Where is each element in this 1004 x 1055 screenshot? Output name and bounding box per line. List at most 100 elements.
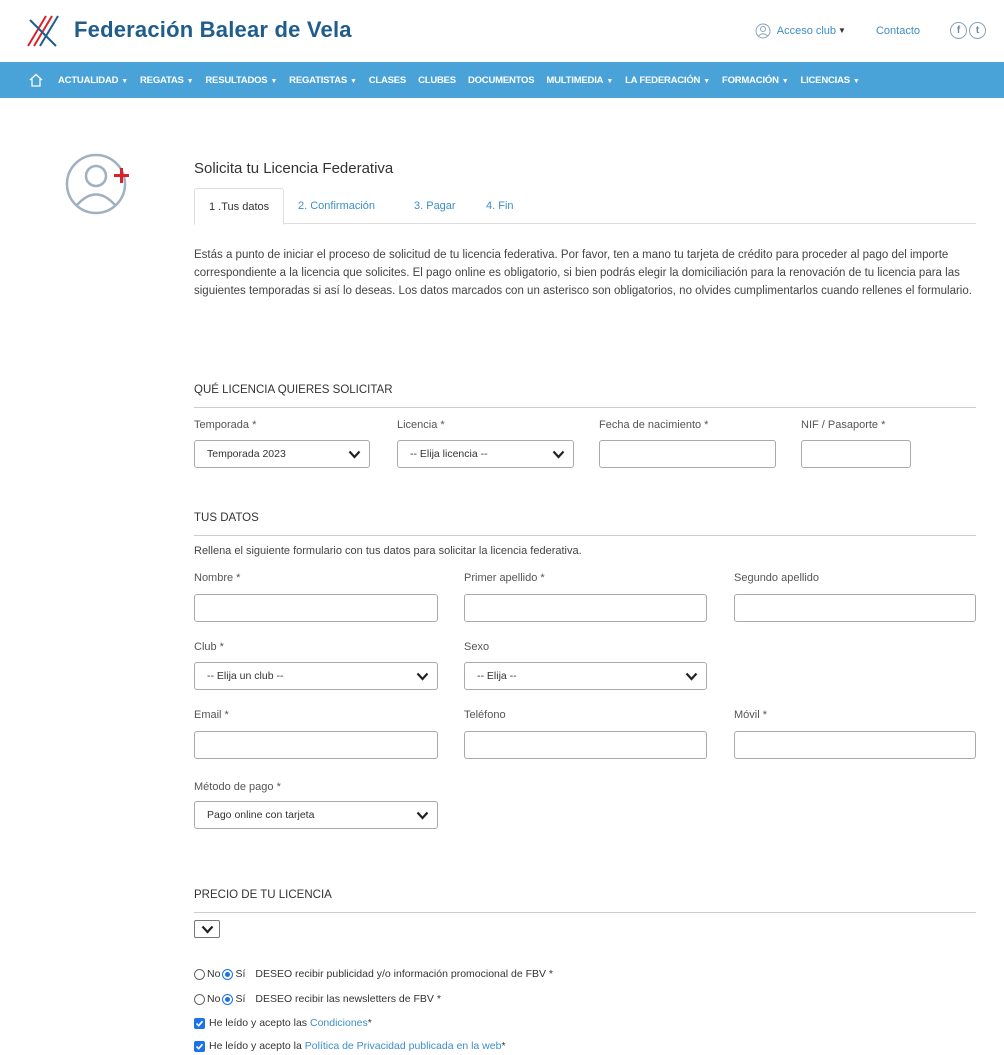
caret-down-icon: ▼ xyxy=(852,77,860,85)
home-icon[interactable] xyxy=(28,72,44,88)
nav-clases[interactable]: CLASES xyxy=(369,75,407,86)
caret-down-icon: ▼ xyxy=(703,77,710,85)
section-divider xyxy=(194,912,976,913)
newsletter-text: DESEO recibir las newsletters de FBV * xyxy=(255,993,441,1005)
nav-formacion[interactable]: FORMACIÓN ▼ xyxy=(722,75,789,86)
checkmark-icon xyxy=(195,1020,204,1027)
segundo-apellido-input[interactable] xyxy=(734,594,976,622)
twitter-icon[interactable]: t xyxy=(969,22,986,39)
top-links: Acceso club ▼ Contacto f t xyxy=(755,22,986,39)
fecha-nacimiento-input[interactable] xyxy=(599,440,776,468)
chevron-down-icon xyxy=(552,450,565,459)
nav-regatas[interactable]: REGATAS ▼ xyxy=(140,75,194,86)
site-header: Federación Balear de Vela Acceso club ▼ … xyxy=(0,0,1004,62)
intro-text: Estás a punto de iniciar el proceso de s… xyxy=(194,249,972,297)
nav-resultados[interactable]: RESULTADOS ▼ xyxy=(205,75,277,86)
privacidad-checkbox[interactable] xyxy=(194,1040,205,1052)
nav-licencias[interactable]: LICENCIAS ▼ xyxy=(800,75,859,86)
publicidad-text: DESEO recibir publicidad y/o información… xyxy=(255,968,553,980)
section-title-licencia: QUÉ LICENCIA QUIERES SOLICITAR xyxy=(194,384,393,396)
movil-label: Móvil * xyxy=(734,709,768,721)
chevron-down-icon xyxy=(416,811,429,820)
user-circle-icon xyxy=(755,23,771,38)
primer-apellido-input[interactable] xyxy=(464,594,707,622)
email-label: Email * xyxy=(194,709,229,721)
nav-multimedia[interactable]: MULTIMEDIA ▼ xyxy=(546,75,613,86)
movil-input[interactable] xyxy=(734,731,976,759)
tab-tus-datos[interactable]: 1 .Tus datos xyxy=(194,188,285,225)
si-label: Sí xyxy=(235,968,246,980)
caret-down-icon: ▼ xyxy=(270,77,278,85)
contacto-link[interactable]: Contacto xyxy=(876,25,920,37)
section-divider xyxy=(194,407,976,408)
telefono-input[interactable] xyxy=(464,731,707,759)
condiciones-prefix: He leído y acepto las xyxy=(209,1017,308,1029)
condiciones-checkbox[interactable] xyxy=(194,1017,205,1029)
newsletter-si-radio[interactable] xyxy=(222,993,234,1005)
temporada-value: Temporada 2023 xyxy=(207,448,286,460)
caret-down-icon: ▼ xyxy=(606,77,614,85)
tab-pagar[interactable]: 3. Pagar xyxy=(414,188,456,224)
licencia-value: -- Elija licencia -- xyxy=(410,448,488,460)
checkmark-icon xyxy=(195,1043,204,1050)
nombre-input[interactable] xyxy=(194,594,438,622)
precio-select[interactable] xyxy=(194,920,220,938)
no-label: No xyxy=(207,993,221,1005)
acceso-club-link[interactable]: Acceso club ▼ xyxy=(755,23,846,39)
required-mark: * xyxy=(367,1017,372,1029)
chevron-down-icon xyxy=(685,672,698,681)
nav-la-federacion[interactable]: LA FEDERACIÓN ▼ xyxy=(625,75,710,86)
si-label: Sí xyxy=(235,993,246,1005)
newsletter-no-radio[interactable] xyxy=(194,993,205,1005)
publicidad-option-row: No Sí DESEO recibir publicidad y/o infor… xyxy=(194,968,553,980)
metodo-pago-value: Pago online con tarjeta xyxy=(207,809,315,821)
chevron-down-icon xyxy=(201,925,214,934)
temporada-select[interactable]: Temporada 2023 xyxy=(194,440,370,468)
page-title: Solicita tu Licencia Federativa xyxy=(194,160,394,177)
caret-down-icon: ▼ xyxy=(121,77,129,85)
nif-input[interactable] xyxy=(801,440,911,468)
site-title[interactable]: Federación Balear de Vela xyxy=(74,17,352,43)
nav-regatistas[interactable]: REGATISTAS ▼ xyxy=(289,75,357,86)
licencia-select[interactable]: -- Elija licencia -- xyxy=(397,440,574,468)
nav-documentos[interactable]: DOCUMENTOS xyxy=(468,75,535,86)
federation-logo[interactable] xyxy=(26,14,62,48)
no-label: No xyxy=(207,968,221,980)
privacidad-link[interactable]: Política de Privacidad publicada en la w… xyxy=(305,1040,502,1052)
nombre-label: Nombre * xyxy=(194,572,241,584)
facebook-icon[interactable]: f xyxy=(950,22,967,39)
tab-confirmacion[interactable]: 2. Confirmación xyxy=(298,188,375,224)
metodo-pago-label: Método de pago * xyxy=(194,781,281,793)
caret-down-icon: ▼ xyxy=(838,26,846,35)
temporada-label: Temporada * xyxy=(194,419,257,431)
licencia-label: Licencia * xyxy=(397,419,445,431)
sexo-value: -- Elija -- xyxy=(477,670,517,682)
publicidad-si-radio[interactable] xyxy=(222,968,234,980)
datos-help-text: Rellena el siguiente formulario con tus … xyxy=(194,545,582,557)
section-title-datos: TUS DATOS xyxy=(194,512,259,524)
publicidad-no-radio[interactable] xyxy=(194,968,205,980)
privacidad-row: He leído y acepto la Política de Privaci… xyxy=(194,1040,506,1052)
sexo-select[interactable]: -- Elija -- xyxy=(464,662,707,690)
primer-apellido-label: Primer apellido * xyxy=(464,572,545,584)
caret-down-icon: ▼ xyxy=(350,77,357,85)
chevron-down-icon xyxy=(348,450,361,459)
caret-down-icon: ▼ xyxy=(781,77,789,85)
section-title-precio: PRECIO DE TU LICENCIA xyxy=(194,889,332,901)
nav-actualidad[interactable]: ACTUALIDAD ▼ xyxy=(58,75,128,86)
main-nav: ACTUALIDAD ▼ REGATAS ▼ RESULTADOS ▼ REGATIS… xyxy=(0,62,1004,98)
caret-down-icon: ▼ xyxy=(186,77,194,85)
fecha-nacimiento-label: Fecha de nacimiento * xyxy=(599,419,709,431)
nif-label: NIF / Pasaporte * xyxy=(801,419,886,431)
acceso-club-label: Acceso club xyxy=(776,24,837,37)
club-label: Club * xyxy=(194,641,224,653)
chevron-down-icon xyxy=(416,672,429,681)
club-select[interactable]: -- Elija un club -- xyxy=(194,662,438,690)
tab-fin[interactable]: 4. Fin xyxy=(486,188,514,224)
email-input[interactable] xyxy=(194,731,438,759)
metodo-pago-select[interactable]: Pago online con tarjeta xyxy=(194,801,438,829)
social-links: f t xyxy=(950,22,986,39)
condiciones-link[interactable]: Condiciones xyxy=(310,1017,368,1029)
nav-clubes[interactable]: CLUBES xyxy=(418,75,456,86)
section-divider xyxy=(194,535,976,536)
